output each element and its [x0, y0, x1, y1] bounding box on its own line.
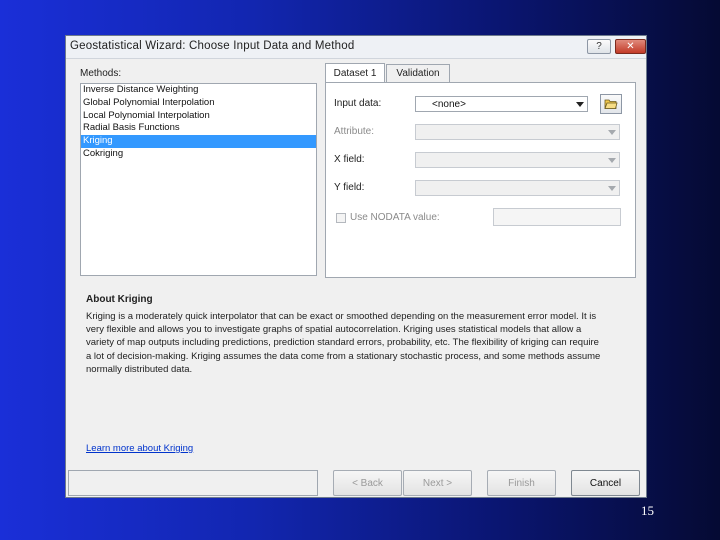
y-field-dropdown[interactable] [415, 180, 620, 196]
input-data-value: <none> [432, 99, 466, 110]
open-dataset-button[interactable] [600, 94, 622, 114]
attribute-label: Attribute: [334, 126, 375, 137]
nodata-value-input[interactable] [493, 208, 621, 226]
method-item-cokriging[interactable]: Cokriging [81, 148, 316, 161]
learn-more-link[interactable]: Learn more about Kriging [86, 443, 193, 454]
chevron-down-icon [608, 186, 616, 191]
folder-open-icon [604, 99, 618, 109]
about-description: Kriging is a moderately quick interpolat… [86, 311, 601, 375]
x-field-label: X field: [334, 154, 365, 165]
methods-label: Methods: [80, 68, 122, 79]
close-button[interactable]: ✕ [615, 39, 646, 54]
back-button[interactable]: < Back [333, 470, 402, 496]
input-data-dropdown[interactable]: <none> [415, 96, 588, 112]
tab-validation[interactable]: Validation [386, 64, 450, 82]
x-field-dropdown[interactable] [415, 152, 620, 168]
chevron-down-icon [608, 158, 616, 163]
window-title: Geostatistical Wizard: Choose Input Data… [70, 40, 355, 52]
nodata-label: Use NODATA value: [350, 212, 440, 223]
method-item-global-polynomial[interactable]: Global Polynomial Interpolation [81, 97, 316, 110]
dataset-panel: Input data: <none> Attribute: X field: Y… [325, 82, 636, 278]
cancel-button[interactable]: Cancel [571, 470, 640, 496]
method-item-radial-basis[interactable]: Radial Basis Functions [81, 122, 316, 135]
chevron-down-icon [576, 102, 584, 107]
about-title: About Kriging [86, 294, 153, 305]
nodata-checkbox[interactable] [336, 213, 346, 223]
finish-button[interactable]: Finish [487, 470, 556, 496]
y-field-label: Y field: [334, 182, 365, 193]
next-button[interactable]: Next > [403, 470, 472, 496]
title-bar: Geostatistical Wizard: Choose Input Data… [66, 36, 646, 59]
method-item-idw[interactable]: Inverse Distance Weighting [81, 84, 316, 97]
chevron-down-icon [608, 130, 616, 135]
input-data-label: Input data: [334, 98, 382, 109]
slide-number: 15 [641, 503, 654, 518]
status-box [68, 470, 318, 496]
attribute-dropdown[interactable] [415, 124, 620, 140]
methods-list[interactable]: Inverse Distance Weighting Global Polyno… [80, 83, 317, 276]
tab-dataset-1[interactable]: Dataset 1 [325, 63, 385, 82]
method-item-local-polynomial[interactable]: Local Polynomial Interpolation [81, 110, 316, 123]
method-item-kriging[interactable]: Kriging [81, 135, 316, 148]
help-button[interactable]: ? [587, 39, 611, 54]
wizard-window: Geostatistical Wizard: Choose Input Data… [65, 35, 647, 498]
